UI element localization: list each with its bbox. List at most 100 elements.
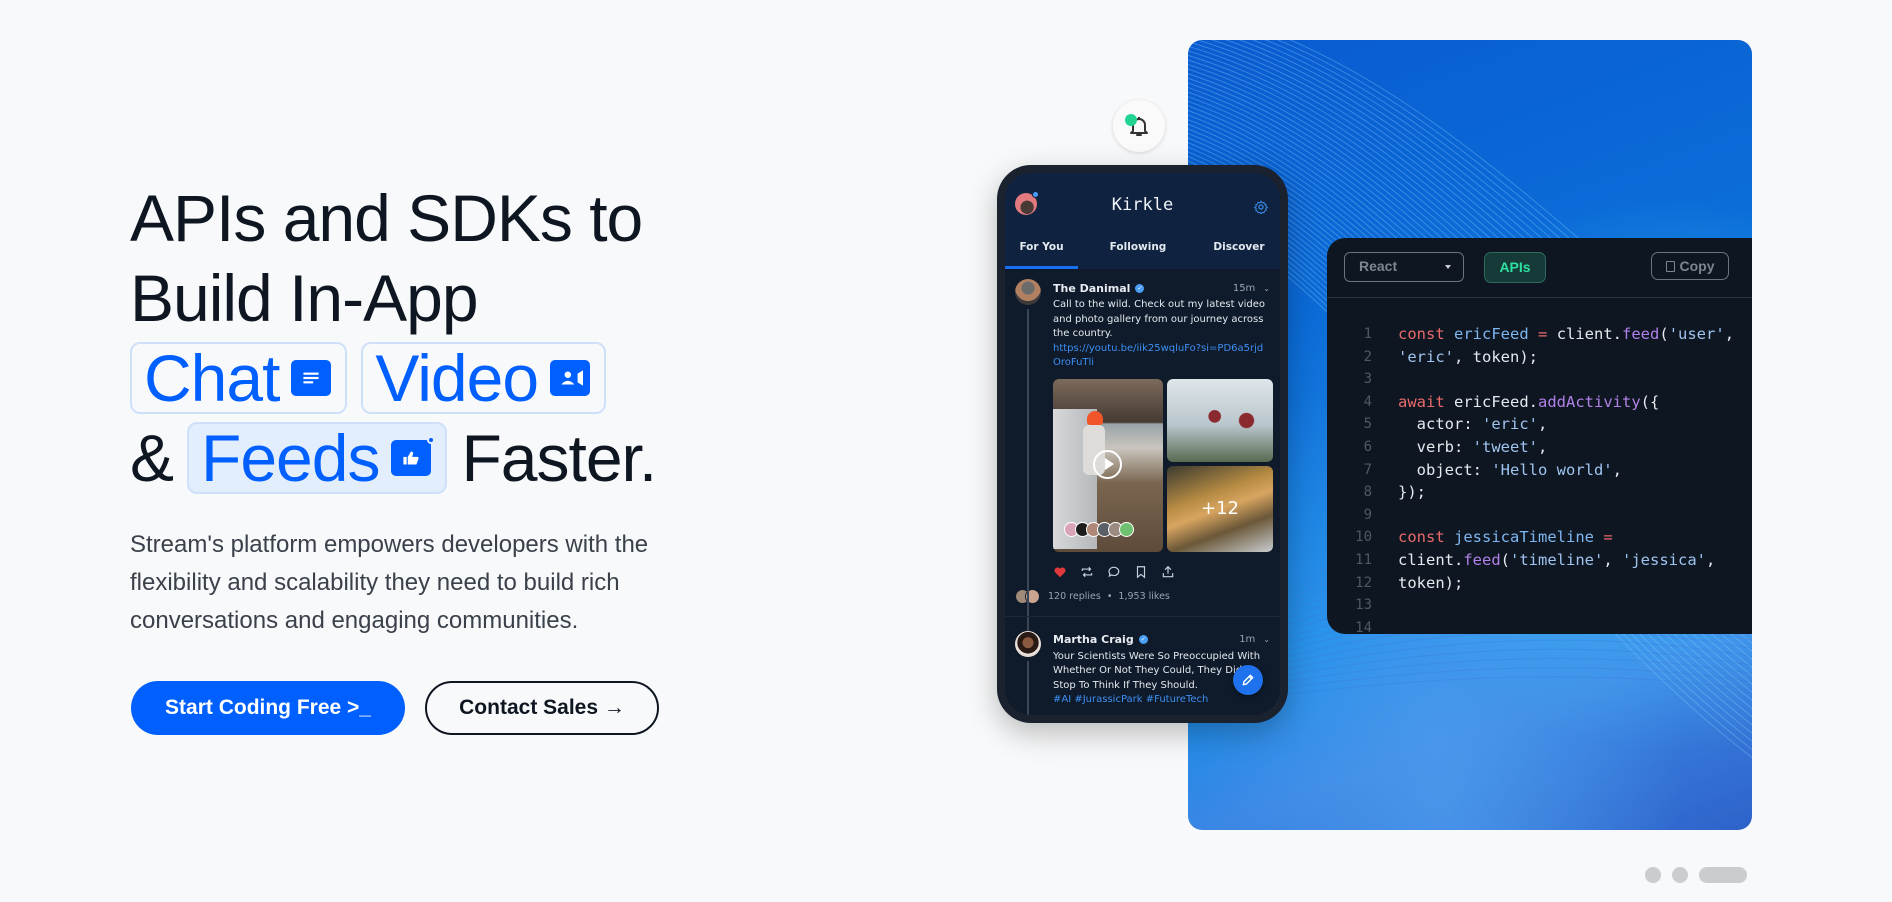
feed-post[interactable]: The Danimal ✓ 15m ⌄ Call to the wild. Ch…	[1005, 269, 1280, 639]
feed-post[interactable]: Martha Craig ✓ 1m ⌄ Your Scientists Were…	[1005, 615, 1280, 715]
caret-down-icon	[1445, 265, 1451, 269]
post-actions	[1053, 564, 1270, 580]
likes-count[interactable]: 1,953 likes	[1118, 591, 1169, 602]
hero-title: APIs and SDKs to Build In-App Chat Video…	[130, 178, 770, 498]
photo-thumbnail-more[interactable]: +12	[1167, 465, 1273, 552]
notification-dot	[1125, 114, 1137, 126]
app-header: Kirkle For You Following Discover	[1005, 173, 1280, 269]
line-number: 4	[1363, 393, 1372, 410]
share-icon[interactable]	[1161, 565, 1175, 579]
line-number: 10	[1355, 529, 1372, 546]
post-time: 15m	[1232, 282, 1256, 294]
media-gallery: +12	[1053, 378, 1273, 552]
code-line: 1 const ericFeed = client.feed('user',	[1327, 323, 1734, 346]
contact-sales-button[interactable]: Contact Sales →	[425, 681, 659, 735]
compose-button[interactable]	[1233, 665, 1263, 695]
line-number: 7	[1363, 461, 1372, 478]
code-line: 9	[1327, 504, 1734, 527]
line-number: 3	[1363, 371, 1372, 388]
video-camera-icon	[550, 359, 591, 396]
line-number: 1	[1363, 326, 1372, 342]
chat-chip-label: Chat	[144, 340, 280, 415]
replies-count[interactable]: 120 replies	[1048, 591, 1101, 602]
start-coding-free-button[interactable]: Start Coding Free >_	[131, 681, 405, 735]
line-number: 8	[1363, 484, 1372, 501]
verified-badge-icon: ✓	[1138, 635, 1148, 644]
author-name[interactable]: The Danimal	[1053, 282, 1130, 295]
code-line: 12 token);	[1327, 572, 1734, 595]
language-select-value: React	[1359, 258, 1398, 274]
chat-bubble-icon	[291, 359, 332, 396]
code-body: 1 const ericFeed = client.feed('user', 2 '…	[1327, 323, 1734, 634]
code-line: 11 client.feed('timeline', 'jessica',	[1327, 549, 1734, 572]
code-line: 3	[1327, 368, 1734, 391]
video-chip: Video	[361, 341, 607, 415]
code-line: 8});	[1327, 481, 1734, 504]
line-number: 12	[1355, 574, 1372, 591]
author-name[interactable]: Martha Craig	[1053, 633, 1134, 646]
settings-gear-icon[interactable]	[1254, 200, 1268, 214]
viewer-avatars	[1064, 521, 1134, 537]
tab-for-you[interactable]: For You	[1005, 235, 1078, 269]
heart-icon[interactable]	[1053, 565, 1067, 579]
line-number: 13	[1355, 597, 1372, 614]
hero-title-line-2: Build In-App	[130, 261, 479, 335]
post-hashtags[interactable]: #AI #JurassicPark #FutureTech	[1053, 693, 1270, 708]
code-line: 6 verb: 'tweet',	[1327, 436, 1734, 459]
carousel-dot[interactable]	[1645, 867, 1661, 883]
chevron-down-icon[interactable]: ⌄	[1263, 284, 1270, 293]
line-number: 2	[1363, 348, 1372, 365]
video-chip-label: Video	[375, 340, 539, 415]
copy-icon	[1665, 260, 1675, 272]
author-avatar[interactable]	[1015, 630, 1041, 657]
hero-title-line-4: & Feeds Faster.	[130, 418, 770, 498]
copy-button-label: Copy	[1679, 258, 1715, 274]
code-line: 2'eric', token);	[1327, 346, 1734, 369]
hero-title-line-1: APIs and SDKs to	[130, 181, 643, 255]
carousel-dot-active[interactable]	[1699, 867, 1747, 883]
comment-icon[interactable]	[1107, 565, 1121, 579]
hero-title-line-3: Chat Video	[130, 338, 770, 418]
code-line: 7 object: 'Hello world',	[1327, 459, 1734, 482]
copy-button[interactable]: Copy	[1651, 252, 1729, 280]
title-end: Faster.	[461, 421, 657, 495]
phone-mockup: Kirkle For You Following Discover The Da…	[997, 165, 1288, 723]
line-number: 6	[1363, 438, 1372, 455]
chevron-down-icon[interactable]: ⌄	[1263, 635, 1270, 644]
tab-discover[interactable]: Discover	[1198, 235, 1280, 269]
app-title: Kirkle	[1111, 195, 1174, 215]
post-text: Call to the wild. Check out my latest vi…	[1053, 298, 1270, 371]
post-time: 1m	[1239, 634, 1256, 645]
code-toolbar: React APIs Copy	[1327, 238, 1752, 298]
video-thumbnail[interactable]	[1053, 378, 1163, 552]
hero-subtitle: Stream's platform empowers developers wi…	[130, 531, 649, 634]
notification-button[interactable]	[1113, 100, 1165, 152]
line-number: 5	[1363, 416, 1372, 433]
line-number: 14	[1355, 619, 1372, 634]
code-snippet-window: React APIs Copy 1 const ericFeed = client…	[1327, 238, 1752, 634]
chat-chip: Chat	[130, 341, 348, 415]
thread-line	[1027, 660, 1029, 715]
tab-following[interactable]: Following	[1078, 235, 1198, 269]
feed-tabs: For You Following Discover	[1005, 235, 1280, 269]
apis-tab[interactable]: APIs	[1484, 252, 1546, 283]
repost-icon[interactable]	[1080, 565, 1094, 579]
code-line: 10 const jessicaTimeline =	[1327, 526, 1734, 549]
feeds-chip-label: Feeds	[201, 420, 380, 495]
bookmark-icon[interactable]	[1134, 565, 1148, 579]
thread-line	[1027, 309, 1029, 639]
code-line: 4 await ericFeed.addActivity({	[1327, 391, 1734, 414]
code-line: 5 actor: 'eric',	[1327, 413, 1734, 436]
carousel-dot[interactable]	[1672, 867, 1688, 883]
photo-thumbnail[interactable]	[1167, 378, 1273, 462]
pencil-icon	[1242, 674, 1254, 686]
author-avatar[interactable]	[1015, 279, 1041, 305]
play-icon[interactable]	[1093, 449, 1122, 479]
line-number: 9	[1363, 506, 1372, 523]
post-link[interactable]: https://youtu.be/iik25wqluFo?si=PD6a5rjd…	[1053, 342, 1270, 371]
phone-screen: Kirkle For You Following Discover The Da…	[1005, 173, 1280, 715]
thumbs-up-icon	[391, 435, 436, 476]
post-stats: 120 replies • 1,953 likes	[1015, 588, 1270, 616]
language-select[interactable]: React	[1344, 252, 1464, 282]
line-number: 11	[1355, 551, 1372, 568]
